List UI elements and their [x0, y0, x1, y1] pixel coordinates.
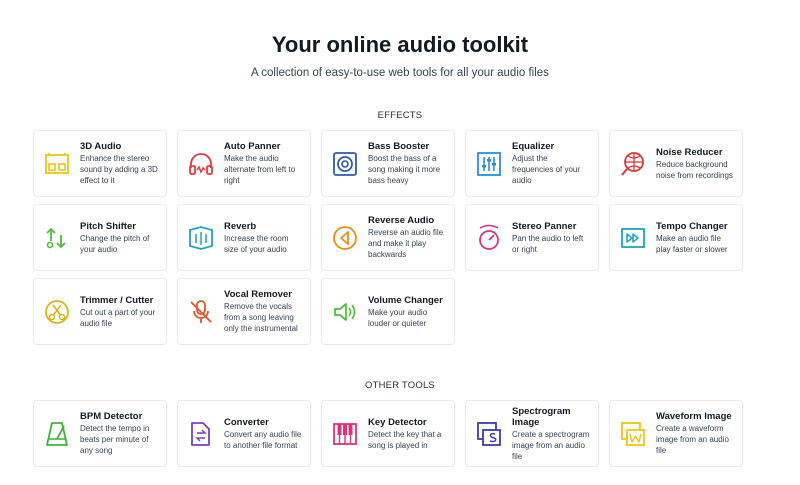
tool-card-converter[interactable]: Converter Convert any audio file to anot…	[177, 400, 311, 467]
tool-name: Stereo Panner	[512, 220, 577, 232]
tool-description: Detect the tempo in beats per minute of …	[80, 424, 150, 455]
tool-name: Pitch Shifter	[80, 220, 136, 232]
tool-name: Reverb	[224, 220, 257, 232]
tool-description: Pan the audio to left or right	[512, 233, 584, 254]
tool-description: Remove the vocals from a song leaving on…	[224, 302, 298, 333]
tool-card-bpm-detector[interactable]: BPM Detector Detect the tempo in beats p…	[33, 400, 167, 467]
mic-off-icon	[186, 297, 216, 327]
subwoofer-icon	[330, 149, 360, 179]
tool-description: Increase the room size of your audio	[224, 233, 289, 254]
tool-name: BPM Detector	[80, 411, 143, 422]
tool-description: Make the audio alternate from left to ri…	[224, 154, 296, 185]
tool-description: Enhance the stereo sound by adding a 3D …	[80, 154, 158, 185]
tool-name: Tempo Changer	[656, 220, 728, 232]
tool-card-trimmer-cutter[interactable]: Trimmer / Cutter Cut out a part of your …	[33, 278, 167, 345]
pan-knob-icon	[474, 223, 504, 253]
tool-name: Bass Booster	[368, 141, 430, 152]
tool-name: 3D Audio	[80, 141, 122, 152]
spectrogram-icon	[474, 419, 504, 449]
tool-description: Convert any audio file to another file f…	[224, 429, 302, 450]
tool-card-noise-reducer[interactable]: Noise Reducer Reduce background noise fr…	[609, 130, 743, 197]
tool-name: Volume Changer	[368, 294, 443, 306]
tool-name: Waveform Image	[656, 411, 732, 422]
tool-card-reverse-audio[interactable]: Reverse Audio Reverse an audio file and …	[321, 204, 455, 271]
tool-description: Adjust the frequencies of your audio	[512, 154, 581, 185]
waveform-image-icon	[618, 419, 648, 449]
effects-grid: 3D Audio Enhance the stereo sound by add…	[33, 130, 743, 345]
tool-card-auto-panner[interactable]: Auto Panner Make the audio alternate fro…	[177, 130, 311, 197]
convert-file-icon	[186, 419, 216, 449]
tool-description: Change the pitch of your audio	[80, 233, 150, 254]
tool-name: Equalizer	[512, 141, 555, 152]
tool-card-tempo-changer[interactable]: Tempo Changer Make an audio file play fa…	[609, 204, 743, 271]
tool-description: Create a waveform image from an audio fi…	[656, 424, 729, 455]
tool-description: Reduce background noise from recordings	[656, 159, 733, 180]
tool-description: Boost the bass of a song making it more …	[368, 154, 441, 185]
tool-card-spectrogram-image[interactable]: Spectrogram Image Create a spectrogram i…	[465, 400, 599, 467]
tool-card-key-detector[interactable]: Key Detector Detect the key that a song …	[321, 400, 455, 467]
tool-description: Create a spectrogram image from an audio…	[512, 429, 590, 461]
speaker-3d-icon	[42, 149, 72, 179]
other-tools-grid: BPM Detector Detect the tempo in beats p…	[33, 400, 743, 467]
page-title: Your online audio toolkit	[271, 32, 529, 57]
tool-name: Auto Panner	[224, 141, 281, 152]
scissors-disc-icon	[42, 297, 72, 327]
tool-name: Spectrogram Image	[512, 405, 571, 428]
room-cube-icon	[186, 223, 216, 253]
tool-card-volume-changer[interactable]: Volume Changer Make your audio louder or…	[321, 278, 455, 345]
volume-icon	[330, 297, 360, 327]
tool-name: Trimmer / Cutter	[80, 294, 154, 306]
tool-card-vocal-remover[interactable]: Vocal Remover Remove the vocals from a s…	[177, 278, 311, 345]
section-title-other-tools: OTHER TOOLS	[365, 380, 435, 391]
tool-description: Make an audio file play faster or slower	[656, 233, 728, 254]
tool-description: Make your audio louder or quieter	[368, 307, 428, 328]
tool-description: Detect the key that a song is played in	[368, 429, 442, 450]
equalizer-icon	[474, 149, 504, 179]
tool-description: Reverse an audio file and make it play b…	[368, 228, 444, 259]
pitch-arrows-icon	[42, 223, 72, 253]
tool-card-bass-booster[interactable]: Bass Booster Boost the bass of a song ma…	[321, 130, 455, 197]
tool-card-pitch-shifter[interactable]: Pitch Shifter Change the pitch of your a…	[33, 204, 167, 271]
globe-mic-icon	[618, 149, 648, 179]
tool-card-reverb[interactable]: Reverb Increase the room size of your au…	[177, 204, 311, 271]
tool-card-stereo-panner[interactable]: Stereo Panner Pan the audio to left or r…	[465, 204, 599, 271]
tool-description: Cut out a part of your audio file	[80, 307, 156, 328]
tool-name: Reverse Audio	[368, 215, 435, 226]
piano-keys-icon	[330, 419, 360, 449]
tool-name: Converter	[224, 416, 269, 428]
tool-name: Key Detector	[368, 416, 427, 428]
reverse-play-icon	[330, 223, 360, 253]
fast-forward-icon	[618, 223, 648, 253]
tool-name: Noise Reducer	[656, 146, 723, 158]
tool-card-equalizer[interactable]: Equalizer Adjust the frequencies of your…	[465, 130, 599, 197]
tool-card-waveform-image[interactable]: Waveform Image Create a waveform image f…	[609, 400, 743, 467]
tool-name: Vocal Remover	[224, 289, 292, 300]
tool-card-3d-audio[interactable]: 3D Audio Enhance the stereo sound by add…	[33, 130, 167, 197]
headphones-icon	[186, 149, 216, 179]
page-subtitle: A collection of easy-to-use web tools fo…	[251, 67, 549, 79]
section-title-effects: EFFECTS	[377, 110, 423, 121]
metronome-icon	[42, 419, 72, 449]
